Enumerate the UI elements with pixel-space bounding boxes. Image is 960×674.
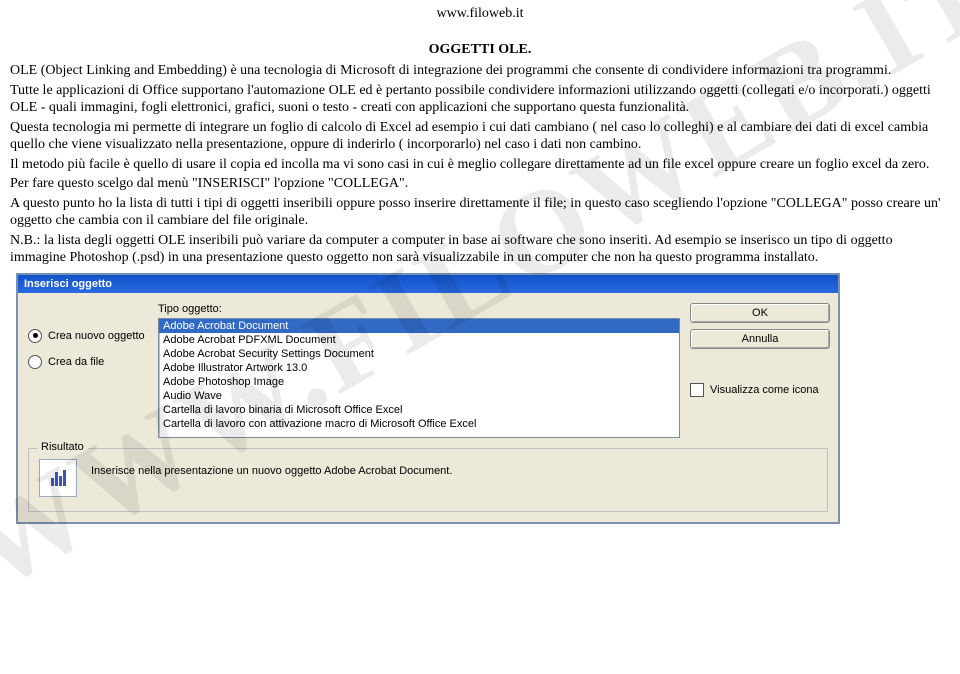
paragraph: N.B.: la lista degli oggetti OLE inserib… [10, 232, 950, 267]
insert-object-dialog: Inserisci oggetto Crea nuovo oggetto Cre… [16, 273, 840, 524]
radio-icon [28, 355, 42, 369]
paragraph: A questo punto ho la lista di tutti i ti… [10, 195, 950, 230]
result-text: Inserisce nella presentazione un nuovo o… [91, 459, 817, 477]
list-item[interactable]: Audio Wave [159, 389, 679, 403]
radio-group: Crea nuovo oggetto Crea da file [28, 303, 148, 438]
object-type-listbox[interactable]: Adobe Acrobat Document Adobe Acrobat PDF… [158, 318, 680, 438]
radio-create-new[interactable]: Crea nuovo oggetto [28, 329, 148, 343]
object-type-section: Tipo oggetto: Adobe Acrobat Document Ado… [158, 303, 680, 438]
list-item[interactable]: Adobe Acrobat PDFXML Document [159, 333, 679, 347]
object-type-label: Tipo oggetto: [158, 303, 680, 315]
list-item[interactable]: Cartella di lavoro con attivazione macro… [159, 417, 679, 431]
paragraph: Tutte le applicazioni di Office supporta… [10, 82, 950, 117]
checkbox-icon [690, 383, 704, 397]
checkbox-label: Visualizza come icona [710, 384, 819, 396]
list-item[interactable]: Cartella di lavoro binaria di Microsoft … [159, 403, 679, 417]
result-legend: Risultato [37, 441, 88, 453]
dialog-titlebar: Inserisci oggetto [18, 275, 838, 293]
document-page: www.filoweb.it OGGETTI OLE. OLE (Object … [0, 0, 960, 534]
paragraph: OLE (Object Linking and Embedding) è una… [10, 62, 950, 80]
cancel-button[interactable]: Annulla [690, 329, 830, 349]
ok-button[interactable]: OK [690, 303, 830, 323]
body-text: OLE (Object Linking and Embedding) è una… [10, 62, 950, 267]
dialog-buttons: OK Annulla Visualizza come icona [690, 303, 830, 438]
radio-create-from-file[interactable]: Crea da file [28, 355, 148, 369]
list-item[interactable]: Adobe Acrobat Security Settings Document [159, 347, 679, 361]
list-item[interactable]: Adobe Acrobat Document [159, 319, 679, 333]
list-item[interactable]: Adobe Photoshop Image [159, 375, 679, 389]
chart-icon [39, 459, 77, 497]
site-url: www.filoweb.it [10, 6, 950, 22]
paragraph: Per fare questo scelgo dal menù "INSERIS… [10, 175, 950, 193]
dialog-body: Crea nuovo oggetto Crea da file Tipo ogg… [18, 293, 838, 442]
list-item[interactable]: Adobe Illustrator Artwork 13.0 [159, 361, 679, 375]
page-heading: OGGETTI OLE. [10, 42, 950, 58]
radio-icon [28, 329, 42, 343]
paragraph: Il metodo più facile è quello di usare i… [10, 156, 950, 174]
radio-label: Crea nuovo oggetto [48, 330, 145, 342]
paragraph: Questa tecnologia mi permette di integra… [10, 119, 950, 154]
radio-label: Crea da file [48, 356, 104, 368]
show-as-icon-checkbox[interactable]: Visualizza come icona [690, 383, 830, 397]
result-section: Risultato Inserisce nella presentazione … [28, 448, 828, 512]
